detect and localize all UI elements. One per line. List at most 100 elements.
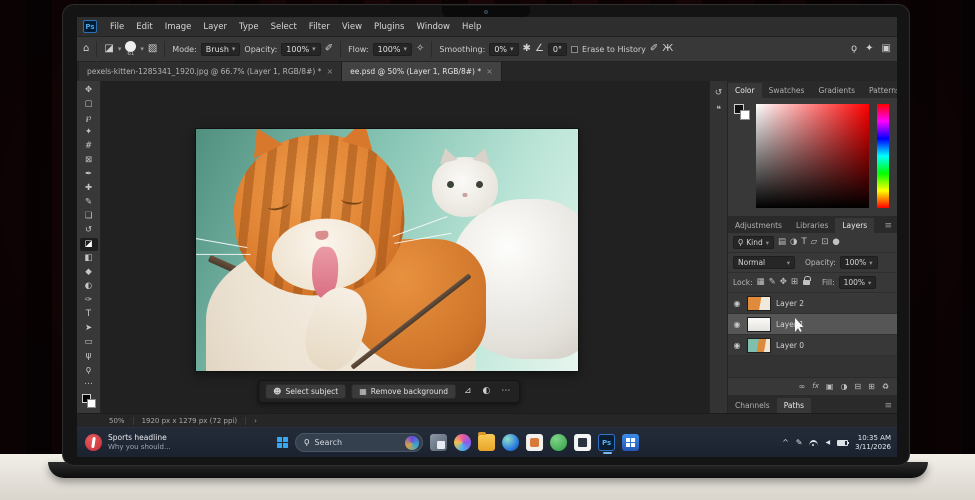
gradient-tool[interactable]: ◧	[80, 252, 98, 265]
menu-type[interactable]: Type	[234, 20, 264, 34]
tab-layers[interactable]: Layers	[835, 218, 874, 233]
layer-filter-dropdown[interactable]: ϙ Kind ▾	[733, 236, 774, 249]
wifi-icon[interactable]	[809, 440, 818, 446]
status-chevron-icon[interactable]: ›	[254, 417, 257, 425]
battery-icon[interactable]	[837, 440, 848, 446]
filter-adjustment-layers-icon[interactable]: ◑	[790, 238, 797, 247]
filter-toggle-icon[interactable]: ●	[832, 238, 839, 247]
tab-patterns[interactable]: Patterns	[862, 83, 897, 98]
app-icon-white[interactable]	[526, 434, 543, 451]
taskbar-search[interactable]: ϙ Search	[295, 433, 423, 452]
close-icon[interactable]: ×	[326, 67, 333, 76]
home-icon[interactable]: ⌂	[83, 44, 89, 54]
search-icon[interactable]: ϙ	[851, 44, 857, 54]
fill-dropdown[interactable]: 100% ▾	[839, 276, 877, 289]
menu-file[interactable]: File	[105, 20, 129, 34]
panel-menu-icon[interactable]: ≡	[879, 401, 897, 413]
chevron-down-icon[interactable]: ▾	[140, 45, 144, 53]
type-tool[interactable]: T	[80, 308, 98, 321]
tab-libraries[interactable]: Libraries	[789, 218, 835, 233]
select-subject-button[interactable]: ☻ Select subject	[265, 384, 346, 399]
app-icon-light[interactable]	[574, 434, 591, 451]
tab-ee-psd[interactable]: ee.psd @ 50% (Layer 1, RGB/8#) * ×	[342, 62, 502, 81]
dodge-tool[interactable]: ◐	[80, 280, 98, 293]
edit-toolbar-icon[interactable]: ⋯	[80, 378, 98, 391]
layer-visibility-icon[interactable]: ◉	[732, 341, 742, 350]
layer-mask-icon[interactable]: ▣	[826, 383, 834, 391]
task-view-icon[interactable]	[430, 434, 447, 451]
layer-visibility-icon[interactable]: ◉	[732, 320, 742, 329]
menu-window[interactable]: Window	[411, 20, 455, 34]
stylus-icon[interactable]: ✎	[796, 439, 803, 447]
tab-gradients[interactable]: Gradients	[811, 83, 862, 98]
volume-icon[interactable]: ◀	[825, 440, 830, 446]
new-group-icon[interactable]: ⊟	[854, 383, 861, 391]
more-options-icon[interactable]: ⋯	[498, 387, 513, 396]
app-icon-green[interactable]	[550, 434, 567, 451]
layer-row-1[interactable]: ◉ Layer 1	[728, 314, 897, 335]
filter-type-layers-icon[interactable]: T	[801, 238, 806, 247]
widgets-button[interactable]: Sports headline Why you should...	[85, 434, 171, 451]
brush-tool[interactable]: ✎	[80, 196, 98, 209]
color-fg-bg-swatch[interactable]	[734, 104, 750, 120]
mode-dropdown[interactable]: Brush ▾	[201, 43, 241, 56]
canvas-area[interactable]: ☻ Select subject ▦ Remove background ⊿ ◐…	[101, 81, 709, 413]
app-icon-blue[interactable]	[622, 434, 639, 451]
flow-dropdown[interactable]: 100% ▾	[373, 43, 412, 56]
edge-browser-icon[interactable]	[502, 434, 519, 451]
lock-artboard-icon[interactable]: ⊞	[791, 278, 798, 287]
tab-adjustments[interactable]: Adjustments	[728, 218, 789, 233]
airbrush-pressure-icon[interactable]: ✐	[650, 44, 658, 54]
layer-opacity-dropdown[interactable]: 100% ▾	[840, 256, 878, 269]
menu-select[interactable]: Select	[266, 20, 302, 34]
move-tool[interactable]: ✥	[80, 84, 98, 97]
adjustment-layer-icon[interactable]: ◑	[840, 383, 847, 391]
brush-panel-toggle-icon[interactable]: ▨	[148, 44, 157, 54]
marquee-tool[interactable]: ▢	[80, 98, 98, 111]
menu-help[interactable]: Help	[457, 20, 486, 34]
layer-visibility-icon[interactable]: ◉	[732, 299, 742, 308]
menu-plugins[interactable]: Plugins	[369, 20, 409, 34]
file-explorer-icon[interactable]	[478, 434, 495, 451]
comments-panel-icon[interactable]: ❝	[716, 106, 721, 115]
opacity-dropdown[interactable]: 100% ▾	[281, 43, 320, 56]
tab-swatches[interactable]: Swatches	[762, 83, 812, 98]
delete-layer-icon[interactable]: ♻	[882, 383, 889, 391]
eraser-preset-icon[interactable]: ◪	[104, 44, 113, 54]
panel-menu-icon[interactable]: ≡	[879, 221, 897, 233]
menu-filter[interactable]: Filter	[304, 20, 335, 34]
tab-color[interactable]: Color	[728, 83, 762, 98]
tab-channels[interactable]: Channels	[728, 398, 777, 413]
hue-slider[interactable]	[877, 104, 889, 208]
tab-pexels-kitten[interactable]: pexels-kitten-1285341_1920.jpg @ 66.7% (…	[79, 62, 342, 81]
workspace-switcher-icon[interactable]: ▣	[882, 44, 891, 54]
link-layers-icon[interactable]: ∞	[799, 383, 806, 391]
brush-angle-field[interactable]: 0°	[548, 43, 567, 56]
clone-stamp-tool[interactable]: ❏	[80, 210, 98, 223]
smoothing-gear-icon[interactable]: ✱	[523, 44, 531, 54]
history-brush-tool[interactable]: ↺	[80, 224, 98, 237]
filter-shape-layers-icon[interactable]: ▱	[811, 238, 818, 247]
layer-thumbnail[interactable]	[747, 317, 771, 332]
hidden-icons-chevron[interactable]: ^	[782, 438, 789, 447]
layer-name[interactable]: Layer 0	[776, 341, 804, 350]
foreground-background-swatch[interactable]	[82, 394, 96, 408]
saturation-brightness-field[interactable]	[756, 104, 869, 208]
close-icon[interactable]: ×	[486, 67, 493, 76]
layer-style-icon[interactable]: fx	[812, 383, 819, 390]
airbrush-icon[interactable]: ✧	[416, 44, 424, 54]
crop-tool[interactable]: #	[80, 140, 98, 153]
filter-smart-objects-icon[interactable]: ⊡	[821, 238, 828, 247]
lock-all-icon[interactable]	[803, 280, 810, 285]
layer-name[interactable]: Layer 2	[776, 299, 804, 308]
eraser-tool[interactable]: ◪	[80, 238, 98, 251]
frame-tool[interactable]: ⊠	[80, 154, 98, 167]
discover-icon[interactable]: ✦	[865, 44, 873, 54]
taskbar-clock[interactable]: 10:35 AM 3/11/2026	[855, 434, 891, 451]
eyedropper-tool[interactable]: ✒	[80, 168, 98, 181]
new-layer-icon[interactable]: ⊞	[868, 383, 875, 391]
zoom-level[interactable]: 50%	[109, 417, 125, 425]
brush-preset-picker[interactable]: 61	[125, 41, 136, 58]
blur-tool[interactable]: ◆	[80, 266, 98, 279]
adjustment-icon[interactable]: ◐	[480, 387, 494, 396]
